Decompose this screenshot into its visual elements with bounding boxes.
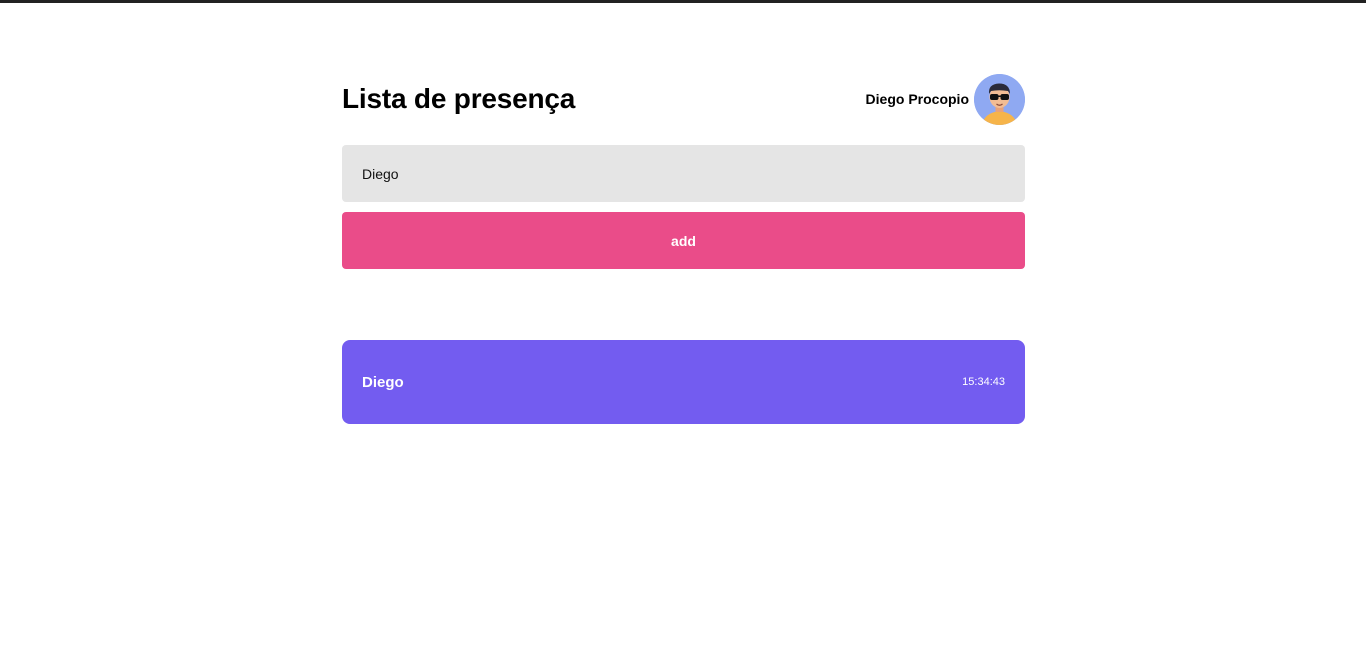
- user-profile: Diego Procopio: [865, 73, 1025, 125]
- name-input[interactable]: [342, 145, 1025, 202]
- main-container: Lista de presença Diego Procopio add Die…: [342, 73, 1025, 424]
- page-header: Lista de presença Diego Procopio: [342, 73, 1025, 125]
- avatar-sunglasses-icon: [974, 73, 1025, 125]
- user-name: Diego Procopio: [865, 91, 969, 107]
- window-top-border: [0, 0, 1366, 3]
- attendance-name: Diego: [362, 373, 404, 391]
- add-button[interactable]: add: [342, 212, 1025, 269]
- attendance-time: 15:34:43: [962, 376, 1005, 388]
- attendance-card: Diego 15:34:43: [342, 340, 1025, 424]
- page-title: Lista de presença: [342, 83, 576, 114]
- attendance-list: Diego 15:34:43: [342, 340, 1025, 424]
